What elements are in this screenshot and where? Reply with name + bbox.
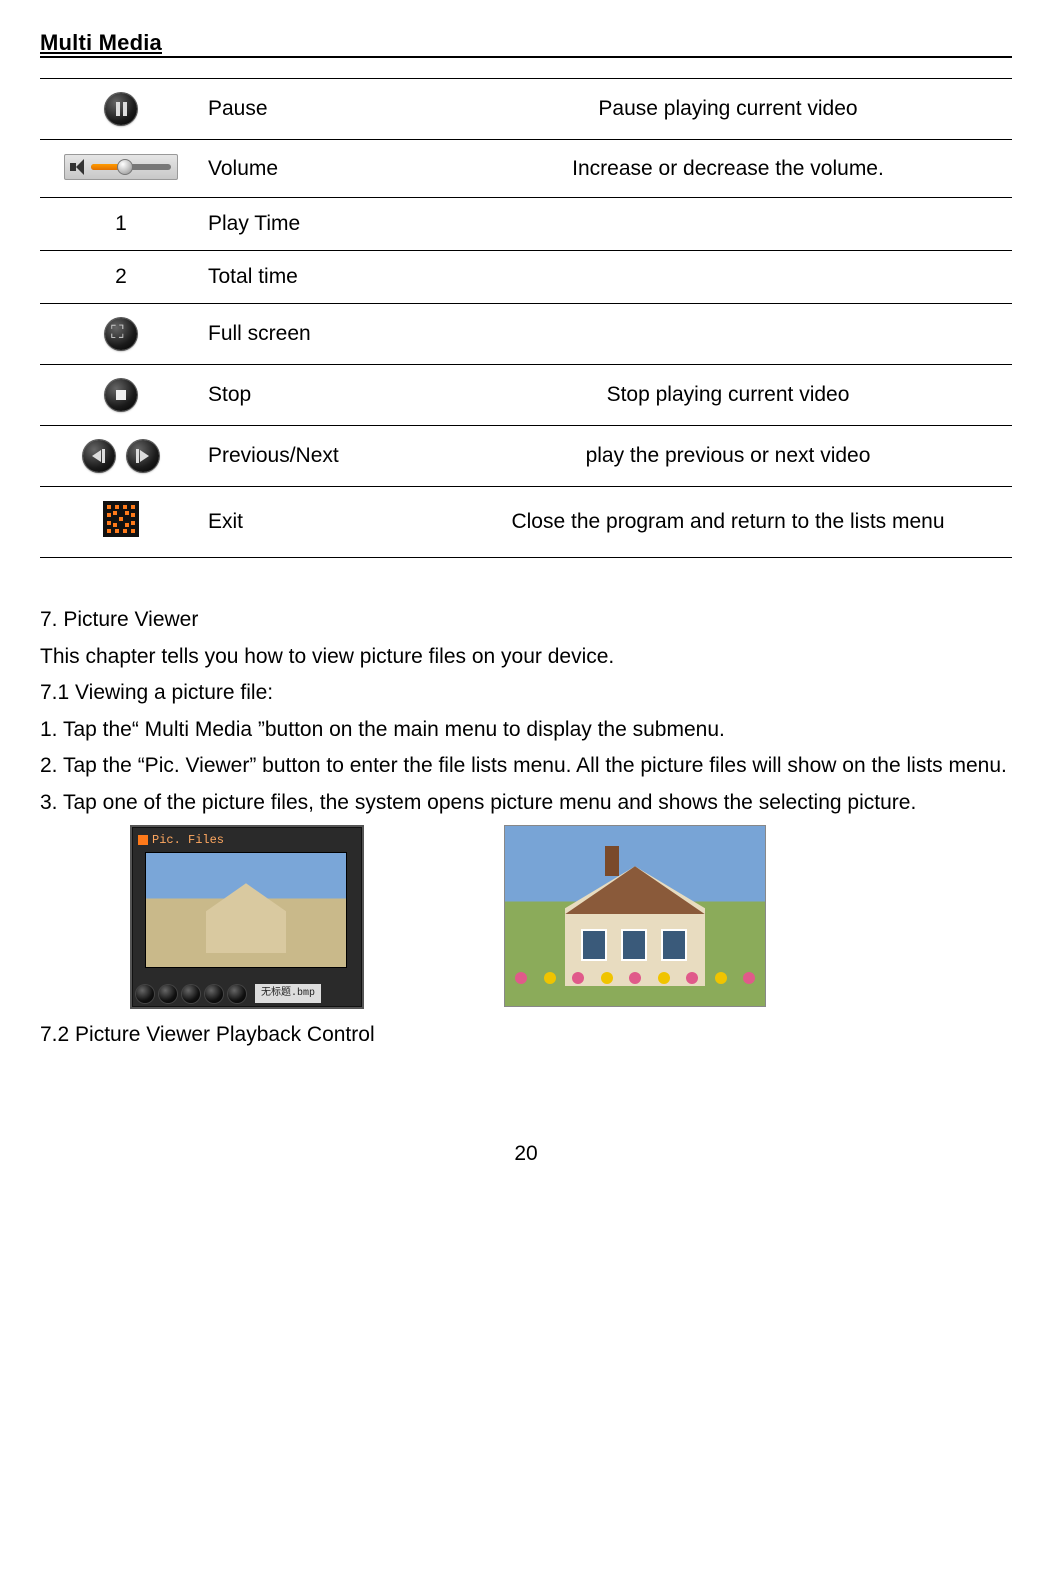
table-row: Volume Increase or decrease the volume. <box>40 140 1012 198</box>
page-number: 20 <box>40 1142 1012 1166</box>
control-name: Total time <box>202 251 444 304</box>
number-two: 2 <box>115 265 127 288</box>
control-desc: play the previous or next video <box>444 426 1012 487</box>
control-name: Previous/Next <box>202 426 444 487</box>
controls-table: Pause Pause playing current video Volume… <box>40 78 1012 558</box>
table-row: 2 Total time <box>40 251 1012 304</box>
control-desc <box>444 304 1012 365</box>
volume-slider-icon <box>64 154 178 180</box>
subsection-7-2: 7.2 Picture Viewer Playback Control <box>40 1019 1012 1052</box>
icon-cell <box>40 304 202 365</box>
control-desc <box>444 251 1012 304</box>
control-desc: Increase or decrease the volume. <box>444 140 1012 198</box>
header-title: Multi Media <box>40 30 162 55</box>
table-row: 1 Play Time <box>40 198 1012 251</box>
section-intro: This chapter tells you how to view pictu… <box>40 641 1012 674</box>
icon-cell <box>40 140 202 198</box>
section-title: 7. Picture Viewer <box>40 604 1012 637</box>
fig-a-prev-icon <box>136 985 154 1003</box>
table-row: Stop Stop playing current video <box>40 365 1012 426</box>
figures-row: Pic. Files 无标题.bmp <box>130 825 1012 1009</box>
icon-cell <box>40 487 202 558</box>
icon-cell: 2 <box>40 251 202 304</box>
control-name: Volume <box>202 140 444 198</box>
control-name: Stop <box>202 365 444 426</box>
step-1: 1. Tap the“ Multi Media ”button on the m… <box>40 714 1012 747</box>
previous-icon <box>83 440 115 472</box>
icon-cell <box>40 79 202 140</box>
icon-cell: 1 <box>40 198 202 251</box>
control-desc: Pause playing current video <box>444 79 1012 140</box>
figure-house-picture <box>504 825 766 1007</box>
fig-a-zoom-in-icon <box>205 985 223 1003</box>
table-row: Pause Pause playing current video <box>40 79 1012 140</box>
fig-a-title: Pic. Files <box>138 831 224 850</box>
step-3: 3. Tap one of the picture files, the sys… <box>40 787 1012 820</box>
page-header: Multi Media <box>40 30 1012 58</box>
icon-cell <box>40 426 202 487</box>
table-row: Exit Close the program and return to the… <box>40 487 1012 558</box>
stop-icon <box>105 379 137 411</box>
table-row: Full screen <box>40 304 1012 365</box>
section-7: 7. Picture Viewer This chapter tells you… <box>40 604 1012 1052</box>
fig-a-thumbnail <box>146 853 346 967</box>
fullscreen-icon <box>105 318 137 350</box>
fig-a-controls: 无标题.bmp <box>136 984 321 1004</box>
control-name: Exit <box>202 487 444 558</box>
fig-a-zoom-out-icon <box>228 985 246 1003</box>
exit-icon <box>103 501 139 537</box>
fig-a-filename: 无标题.bmp <box>255 984 321 1004</box>
subsection-7-1: 7.1 Viewing a picture file: <box>40 677 1012 710</box>
control-name: Pause <box>202 79 444 140</box>
next-icon <box>127 440 159 472</box>
number-one: 1 <box>115 212 127 235</box>
control-desc: Stop playing current video <box>444 365 1012 426</box>
step-2: 2. Tap the “Pic. Viewer” button to enter… <box>40 750 1012 783</box>
table-row: Previous/Next play the previous or next … <box>40 426 1012 487</box>
control-name: Play Time <box>202 198 444 251</box>
pause-icon <box>105 93 137 125</box>
control-name: Full screen <box>202 304 444 365</box>
control-desc: Close the program and return to the list… <box>444 487 1012 558</box>
figure-pic-files-screenshot: Pic. Files 无标题.bmp <box>130 825 364 1009</box>
control-desc <box>444 198 1012 251</box>
fig-a-next-icon <box>159 985 177 1003</box>
fig-a-rotate-icon <box>182 985 200 1003</box>
icon-cell <box>40 365 202 426</box>
